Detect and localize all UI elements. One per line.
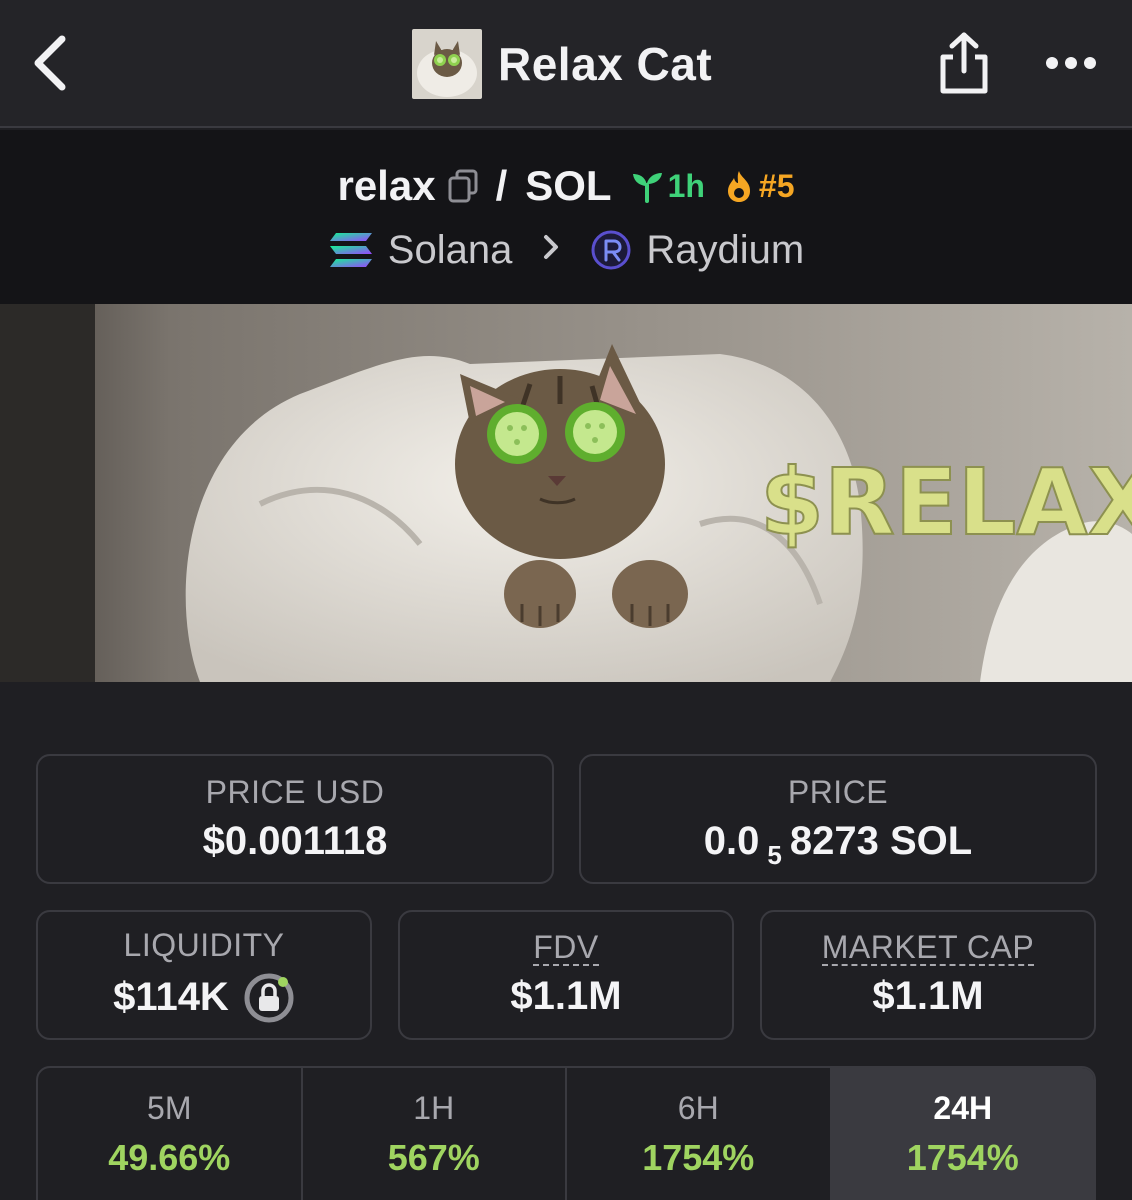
- price-native-value: 0.0 5 8273 SOL: [703, 819, 973, 870]
- fdv-label: FDV: [533, 928, 599, 967]
- more-options-button[interactable]: [1036, 40, 1106, 86]
- age-text: 1h: [667, 167, 705, 204]
- chain-link[interactable]: Solana: [388, 228, 513, 273]
- price-change-tabs: 5M 49.66% 1H 567% 6H 1754% 24H 1754%: [36, 1066, 1096, 1200]
- price-zero-count: 5: [767, 840, 782, 870]
- tab-label: 5M: [147, 1090, 192, 1126]
- rank-text: #5: [758, 167, 795, 204]
- pair-name-row: relax / SOL 1h #5: [0, 158, 1132, 214]
- dex-link[interactable]: Raydium: [646, 228, 804, 273]
- tab-change-value: 49.66%: [108, 1137, 231, 1178]
- price-label: PRICE: [787, 774, 889, 810]
- tab-24h[interactable]: 24H 1754%: [831, 1068, 1094, 1200]
- token-avatar: [412, 29, 482, 99]
- pair-header: relax / SOL 1h #5 Solana Raydium: [0, 130, 1132, 304]
- market-cap-value: $1.1M: [872, 974, 984, 1019]
- tab-5m[interactable]: 5M 49.66%: [38, 1068, 303, 1200]
- price-usd-card: PRICE USD $0.001118: [36, 754, 554, 884]
- age-badge: 1h: [630, 168, 705, 205]
- chain-dex-row: Solana Raydium: [0, 222, 1132, 278]
- tab-label: 24H: [933, 1090, 993, 1126]
- price-usd-label: PRICE USD: [205, 774, 385, 810]
- trending-rank-badge[interactable]: #5: [725, 168, 795, 205]
- share-icon: [940, 32, 988, 94]
- tab-label: 1H: [413, 1090, 455, 1126]
- page-title: Relax Cat: [498, 38, 713, 90]
- flame-icon: [727, 171, 750, 202]
- price-usd-value: $0.001118: [202, 819, 388, 863]
- liquidity-row: $114K: [113, 972, 295, 1024]
- tab-change-value: 567%: [387, 1137, 480, 1178]
- price-prefix: 0.0: [703, 819, 760, 863]
- tab-change-value: 1754%: [906, 1137, 1019, 1178]
- share-button[interactable]: [934, 28, 994, 98]
- fdv-value: $1.1M: [510, 974, 622, 1019]
- back-button[interactable]: [20, 28, 80, 98]
- chevron-left-icon: [34, 35, 66, 91]
- banner-text: $RELAX: [760, 449, 1132, 556]
- liquidity-label: LIQUIDITY: [123, 926, 285, 963]
- lock-icon[interactable]: [243, 972, 295, 1024]
- header-title-group: Relax Cat: [412, 28, 712, 100]
- tab-label: 6H: [677, 1090, 719, 1126]
- token-banner-image: $RELAX: [0, 304, 1132, 682]
- sprout-icon: [632, 173, 662, 203]
- liquidity-card: LIQUIDITY $114K: [36, 910, 372, 1040]
- more-horizontal-icon: [1046, 57, 1096, 69]
- liquidity-value: $114K: [113, 975, 229, 1019]
- market-cap-label: MARKET CAP: [821, 928, 1035, 967]
- market-cap-card[interactable]: MARKET CAP $1.1M: [760, 910, 1096, 1040]
- pair-separator: /: [495, 162, 508, 209]
- price-native-card: PRICE 0.0 5 8273 SOL: [579, 754, 1097, 884]
- base-symbol: relax: [337, 162, 436, 209]
- tab-6h[interactable]: 6H 1754%: [567, 1068, 832, 1200]
- copy-icon[interactable]: [448, 169, 478, 203]
- chevron-right-icon: [542, 231, 560, 270]
- top-bar: Relax Cat: [0, 0, 1132, 128]
- quote-symbol: SOL: [525, 162, 612, 209]
- solana-icon: [329, 233, 372, 267]
- tab-1h[interactable]: 1H 567%: [303, 1068, 567, 1200]
- fdv-card[interactable]: FDV $1.1M: [398, 910, 734, 1040]
- raydium-icon: [591, 230, 631, 270]
- price-suffix: 8273 SOL: [789, 819, 973, 863]
- tab-change-value: 1754%: [642, 1137, 755, 1178]
